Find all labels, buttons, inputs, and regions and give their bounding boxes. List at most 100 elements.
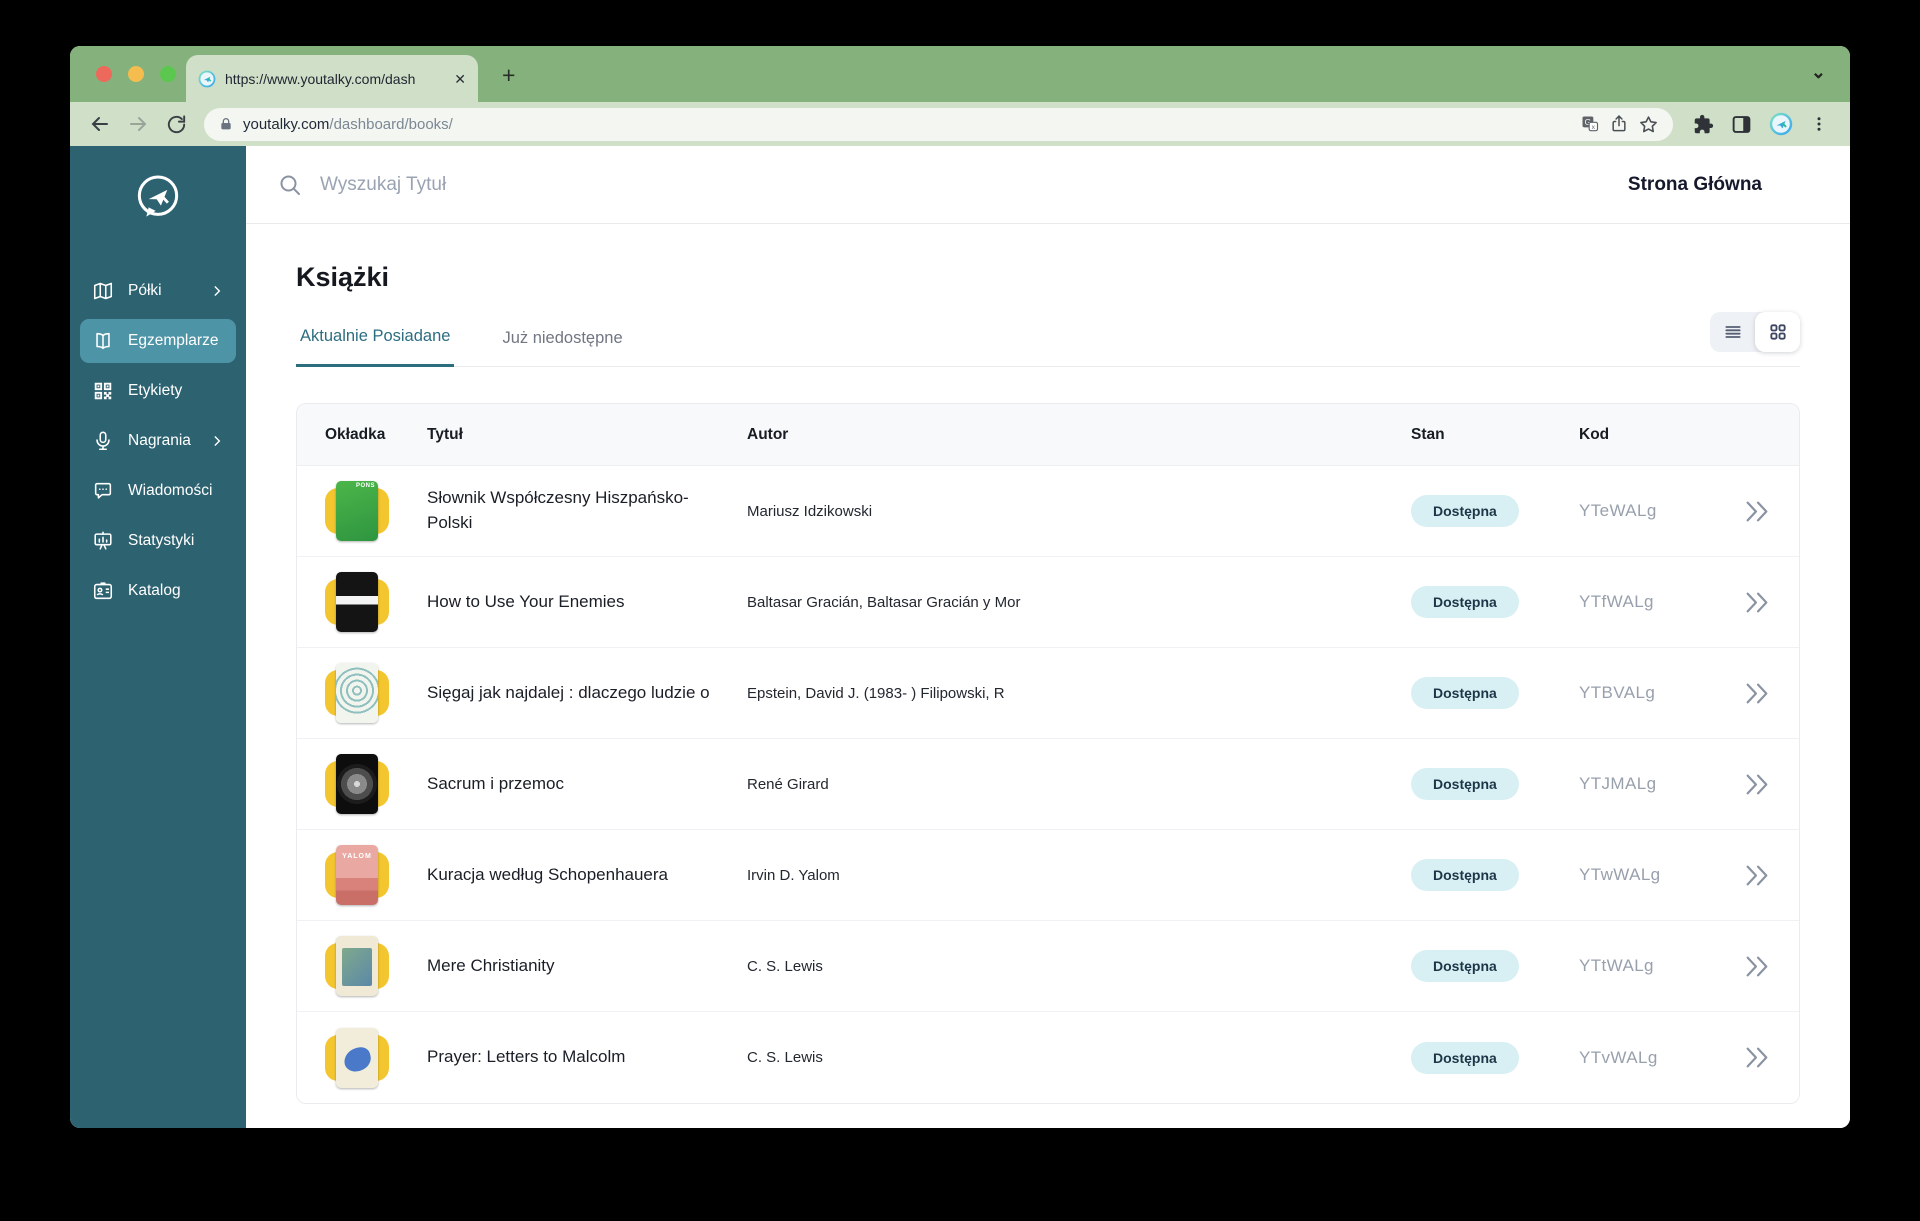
- grid-view-button[interactable]: [1755, 312, 1800, 352]
- list-view-button[interactable]: [1710, 312, 1755, 352]
- book-code: YTfWALg: [1579, 592, 1654, 611]
- reload-button[interactable]: [160, 108, 192, 140]
- view-toggle: [1710, 312, 1800, 352]
- browser-tab-strip: https://www.youtalky.com/dash ✕ + ⌄: [70, 46, 1850, 102]
- book-title: Słownik Współczesny Hiszpańsko-Polski: [427, 488, 689, 532]
- share-icon[interactable]: [1609, 114, 1629, 134]
- tab-aktualnie-posiadane[interactable]: Aktualnie Posiadane: [296, 327, 455, 367]
- extensions-puzzle-icon[interactable]: [1693, 114, 1714, 135]
- new-tab-button[interactable]: +: [502, 64, 515, 87]
- tab-close-icon[interactable]: ✕: [454, 72, 466, 86]
- status-badge: Dostępna: [1411, 1041, 1519, 1074]
- sidebar-item-label: Wiadomości: [128, 482, 213, 499]
- table-row[interactable]: Prayer: Letters to Malcolm C. S. Lewis D…: [297, 1012, 1799, 1103]
- table-row[interactable]: YALOM Kuracja według Schopenhauera Irvin…: [297, 830, 1799, 921]
- double-chevron-right-icon[interactable]: [1744, 955, 1771, 978]
- lock-icon: [221, 118, 231, 130]
- col-tytul: Tytuł: [427, 425, 463, 443]
- active-browser-tab[interactable]: https://www.youtalky.com/dash ✕: [186, 55, 478, 102]
- sidebar-item-katalog[interactable]: Katalog: [80, 569, 236, 613]
- sidebar-item-label: Statystyki: [128, 532, 195, 549]
- double-chevron-right-icon[interactable]: [1744, 864, 1771, 887]
- table-header: Okładka Tytuł Autor Stan Kod: [297, 404, 1799, 466]
- double-chevron-right-icon[interactable]: [1744, 1046, 1771, 1069]
- table-row[interactable]: How to Use Your Enemies Baltasar Gracián…: [297, 557, 1799, 648]
- double-chevron-right-icon[interactable]: [1744, 500, 1771, 523]
- book-cover: PONS: [325, 481, 389, 541]
- book-title: Sięgaj jak najdalej : dlaczego ludzie o: [427, 682, 710, 702]
- col-autor: Autor: [747, 425, 789, 443]
- sidebar-item-etykiety[interactable]: Etykiety: [80, 369, 236, 413]
- book-title: How to Use Your Enemies: [427, 591, 625, 611]
- book-cover: [325, 936, 389, 996]
- home-link[interactable]: Strona Główna: [1628, 174, 1762, 196]
- double-chevron-right-icon[interactable]: [1744, 591, 1771, 614]
- table-row[interactable]: Mere Christianity C. S. Lewis Dostępna Y…: [297, 921, 1799, 1012]
- book-code: YTwWALg: [1579, 865, 1661, 884]
- chevron-right-icon: [214, 286, 221, 296]
- sidebar-item-nagrania[interactable]: Nagrania: [80, 419, 236, 463]
- table-row[interactable]: PONS Słownik Współczesny Hiszpańsko-Pols…: [297, 466, 1799, 557]
- back-button[interactable]: [84, 108, 116, 140]
- book-cover-image: [336, 936, 378, 996]
- url-text: youtalky.com/dashboard/books/: [243, 115, 453, 133]
- book-title: Kuracja według Schopenhauera: [427, 864, 669, 884]
- tab-search-chevron-icon[interactable]: ⌄: [1811, 62, 1826, 83]
- book-author: C. S. Lewis: [747, 1049, 823, 1066]
- app-logo: [137, 175, 179, 217]
- status-badge: Dostępna: [1411, 859, 1519, 891]
- sidebar: Półki Egzemplarze Etykiety Nagrania Wiad…: [70, 146, 246, 1128]
- table-row[interactable]: Sięgaj jak najdalej : dlaczego ludzie o …: [297, 648, 1799, 739]
- side-panel-icon[interactable]: [1731, 114, 1752, 135]
- book-code: YTJMALg: [1579, 774, 1657, 793]
- site-favicon: [198, 70, 216, 87]
- book-code: YTBVALg: [1579, 683, 1656, 702]
- double-chevron-right-icon[interactable]: [1744, 773, 1771, 796]
- double-chevron-right-icon[interactable]: [1744, 682, 1771, 705]
- bookmark-star-icon[interactable]: [1638, 114, 1659, 135]
- book-cover: [325, 663, 389, 723]
- qr-code-icon: [94, 382, 112, 400]
- book-cover-image: [336, 754, 378, 814]
- forward-button[interactable]: [122, 108, 154, 140]
- book-cover: [325, 754, 389, 814]
- book-cover: [325, 1027, 389, 1088]
- book-cover-image: [336, 1027, 378, 1088]
- book-author: C. S. Lewis: [747, 957, 823, 975]
- sidebar-item-statystyki[interactable]: Statystyki: [80, 519, 236, 563]
- book-author: Epstein, David J. (1983- ) Filipowski, R: [747, 684, 1005, 702]
- book-author: Irvin D. Yalom: [747, 866, 840, 884]
- sidebar-item-egzemplarze[interactable]: Egzemplarze: [80, 319, 236, 363]
- chat-bubble-icon: [94, 482, 112, 499]
- minimize-window-button[interactable]: [128, 66, 144, 82]
- book-cover: YALOM: [325, 845, 389, 905]
- macos-traffic-lights[interactable]: [96, 66, 176, 82]
- tabs-row: Aktualnie Posiadane Już niedostępne: [296, 312, 1800, 367]
- table-row[interactable]: Sacrum i przemoc René Girard Dostępna YT…: [297, 739, 1799, 830]
- status-badge: Dostępna: [1411, 950, 1519, 982]
- book-cover: [325, 572, 389, 632]
- books-table: Okładka Tytuł Autor Stan Kod PONS Słowni…: [296, 403, 1800, 1104]
- chevron-right-icon: [214, 436, 221, 446]
- book-cover-image: PONS: [336, 481, 378, 541]
- close-window-button[interactable]: [96, 66, 112, 82]
- book-code: YTvWALg: [1579, 1047, 1658, 1067]
- tab-juz-niedostepne[interactable]: Już niedostępne: [498, 329, 626, 366]
- search-input[interactable]: [318, 172, 1612, 197]
- status-badge: Dostępna: [1411, 586, 1519, 618]
- sidebar-item-label: Katalog: [128, 582, 181, 599]
- profile-extension-icon[interactable]: [1769, 112, 1793, 136]
- sidebar-item-wiadomosci[interactable]: Wiadomości: [80, 469, 236, 513]
- toolbar-right-cluster: [1685, 112, 1836, 136]
- book-code: YTeWALg: [1579, 501, 1657, 520]
- status-badge: Dostępna: [1411, 677, 1519, 709]
- translate-icon[interactable]: Gx: [1580, 114, 1600, 134]
- sidebar-item-label: Egzemplarze: [128, 332, 219, 349]
- sidebar-item-polki[interactable]: Półki: [80, 269, 236, 313]
- zoom-window-button[interactable]: [160, 66, 176, 82]
- kebab-menu-icon[interactable]: [1810, 115, 1828, 133]
- status-badge: Dostępna: [1411, 495, 1519, 527]
- chart-board-icon: [94, 531, 112, 550]
- address-bar[interactable]: youtalky.com/dashboard/books/ Gx: [204, 107, 1673, 141]
- list-icon: [1724, 326, 1741, 338]
